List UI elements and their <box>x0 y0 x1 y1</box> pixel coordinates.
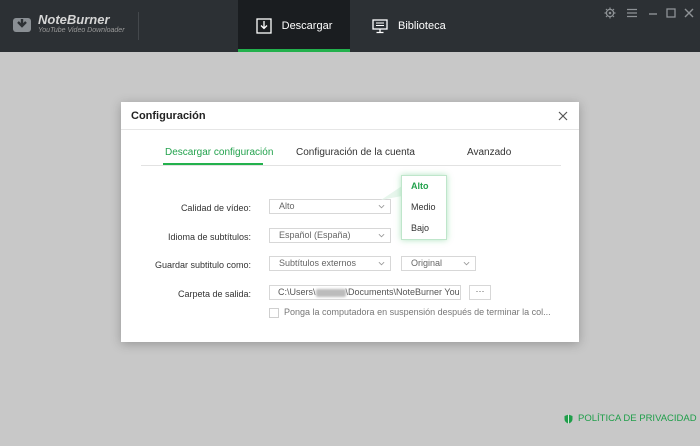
dialog-divider <box>121 129 579 130</box>
active-tab-underline <box>163 163 263 165</box>
chevron-down-icon <box>378 233 385 238</box>
browse-folder-button[interactable]: ··· <box>469 285 491 300</box>
download-icon <box>255 18 272 34</box>
privacy-label: POLÍTICA DE PRIVACIDAD <box>578 413 697 424</box>
tab-account-settings[interactable]: Configuración de la cuenta <box>296 147 415 158</box>
app-name: NoteBurner <box>38 12 110 27</box>
nav-tab-library[interactable]: Biblioteca <box>372 0 452 52</box>
subtitle-language-value: Español (España) <box>279 230 351 240</box>
tab-download-settings[interactable]: Descargar configuración <box>165 147 273 158</box>
chevron-down-icon <box>378 204 385 209</box>
quality-dropdown: Alto Medio Bajo <box>401 175 447 240</box>
quality-select[interactable]: Alto <box>269 199 391 214</box>
nav-download-label: Descargar <box>281 20 333 32</box>
chevron-down-icon <box>378 261 385 266</box>
close-icon[interactable] <box>683 7 695 19</box>
shield-icon <box>564 414 573 424</box>
minimize-icon[interactable] <box>647 7 659 19</box>
logo-icon <box>13 18 31 32</box>
nav-library-label: Biblioteca <box>398 20 446 32</box>
gear-icon[interactable] <box>604 7 616 19</box>
dropdown-pointer-icon <box>381 186 402 200</box>
output-folder-label: Carpeta de salida: <box>177 289 251 299</box>
quality-value: Alto <box>279 201 295 211</box>
output-path-prefix: C:\Users\ <box>278 287 316 297</box>
subtitle-mode-select[interactable]: Original <box>401 256 476 271</box>
sleep-checkbox[interactable] <box>269 308 279 318</box>
settings-tabs: Descargar configuración Configuración de… <box>141 147 561 166</box>
menu-icon[interactable] <box>626 7 638 19</box>
nav-tab-download[interactable]: Descargar <box>238 0 350 52</box>
save-subtitle-value: Subtítulos externos <box>279 258 357 268</box>
output-folder-field[interactable]: C:\Users\ \Documents\NoteBurner You <box>269 285 461 300</box>
settings-dialog: Configuración Descargar configuración Co… <box>121 102 579 342</box>
dialog-title: Configuración <box>131 110 206 122</box>
quality-option-low[interactable]: Bajo <box>411 223 429 233</box>
tab-advanced[interactable]: Avanzado <box>467 147 511 158</box>
subtitle-language-select[interactable]: Español (España) <box>269 228 391 243</box>
top-bar: NoteBurner YouTube Video Downloader Desc… <box>0 0 700 52</box>
top-divider <box>138 12 139 40</box>
sleep-label: Ponga la computadora en suspensión despu… <box>284 307 551 317</box>
privacy-link[interactable]: POLÍTICA DE PRIVACIDAD <box>564 413 697 424</box>
monitor-icon <box>372 19 388 34</box>
redacted-username <box>315 288 346 297</box>
maximize-icon[interactable] <box>665 7 677 19</box>
save-subtitle-label: Guardar subtitulo como: <box>154 260 251 270</box>
subtitle-mode-value: Original <box>411 258 443 268</box>
dialog-close-icon[interactable] <box>557 110 569 122</box>
chevron-down-icon <box>463 261 470 266</box>
subtitle-language-label: Idioma de subtítulos: <box>167 232 251 242</box>
quality-label: Calidad de vídeo: <box>180 203 251 213</box>
save-subtitle-select[interactable]: Subtítulos externos <box>269 256 391 271</box>
quality-option-medium[interactable]: Medio <box>411 202 436 212</box>
output-path-suffix: \Documents\NoteBurner You <box>345 287 460 297</box>
app-subtitle: YouTube Video Downloader <box>38 27 125 34</box>
quality-option-high[interactable]: Alto <box>411 181 429 191</box>
app-logo: NoteBurner YouTube Video Downloader <box>12 11 142 41</box>
